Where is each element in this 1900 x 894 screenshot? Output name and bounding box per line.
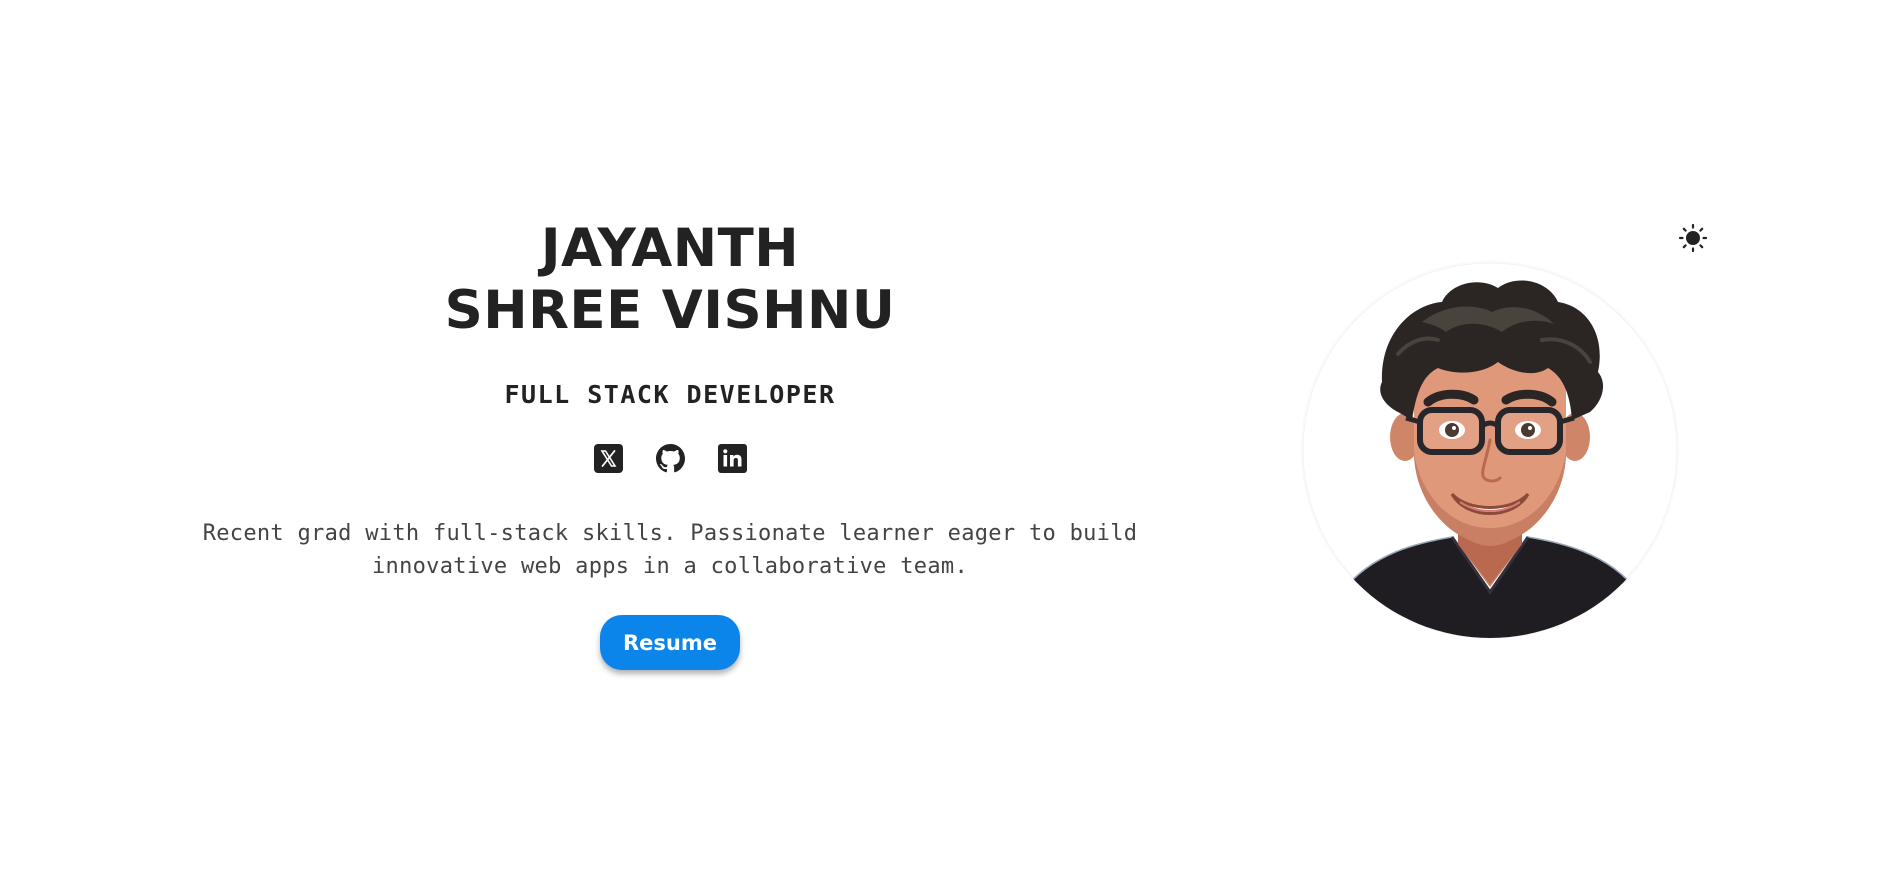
sun-icon: [1678, 223, 1708, 258]
avatar: [1302, 262, 1678, 638]
bio-line-first: Recent grad with full-stack skills. Pass…: [202, 521, 1138, 546]
role-title: FULL STACK DEVELOPER: [504, 380, 836, 409]
github-link[interactable]: [655, 443, 685, 473]
bio-text: Recent grad with full-stack skills. Pass…: [190, 517, 1150, 583]
social-links: [170, 443, 1170, 473]
name-line-second: SHREE VISHNU: [444, 280, 896, 341]
theme-toggle-button[interactable]: [1676, 223, 1710, 257]
hero-section: JAYANTH SHREE VISHNU FULL STACK DEVELOPE…: [170, 218, 1170, 670]
page-title: JAYANTH SHREE VISHNU: [170, 218, 1170, 342]
name-line-first: JAYANTH: [540, 218, 800, 279]
github-icon: [655, 443, 685, 473]
resume-button[interactable]: Resume: [600, 615, 740, 670]
x-link[interactable]: [593, 443, 623, 473]
bio-line-second: innovative web apps in a collaborative t…: [372, 554, 968, 579]
linkedin-link[interactable]: [717, 443, 747, 473]
avatar-illustration: [1302, 262, 1678, 638]
x-icon: [593, 443, 623, 473]
linkedin-icon: [717, 443, 747, 473]
